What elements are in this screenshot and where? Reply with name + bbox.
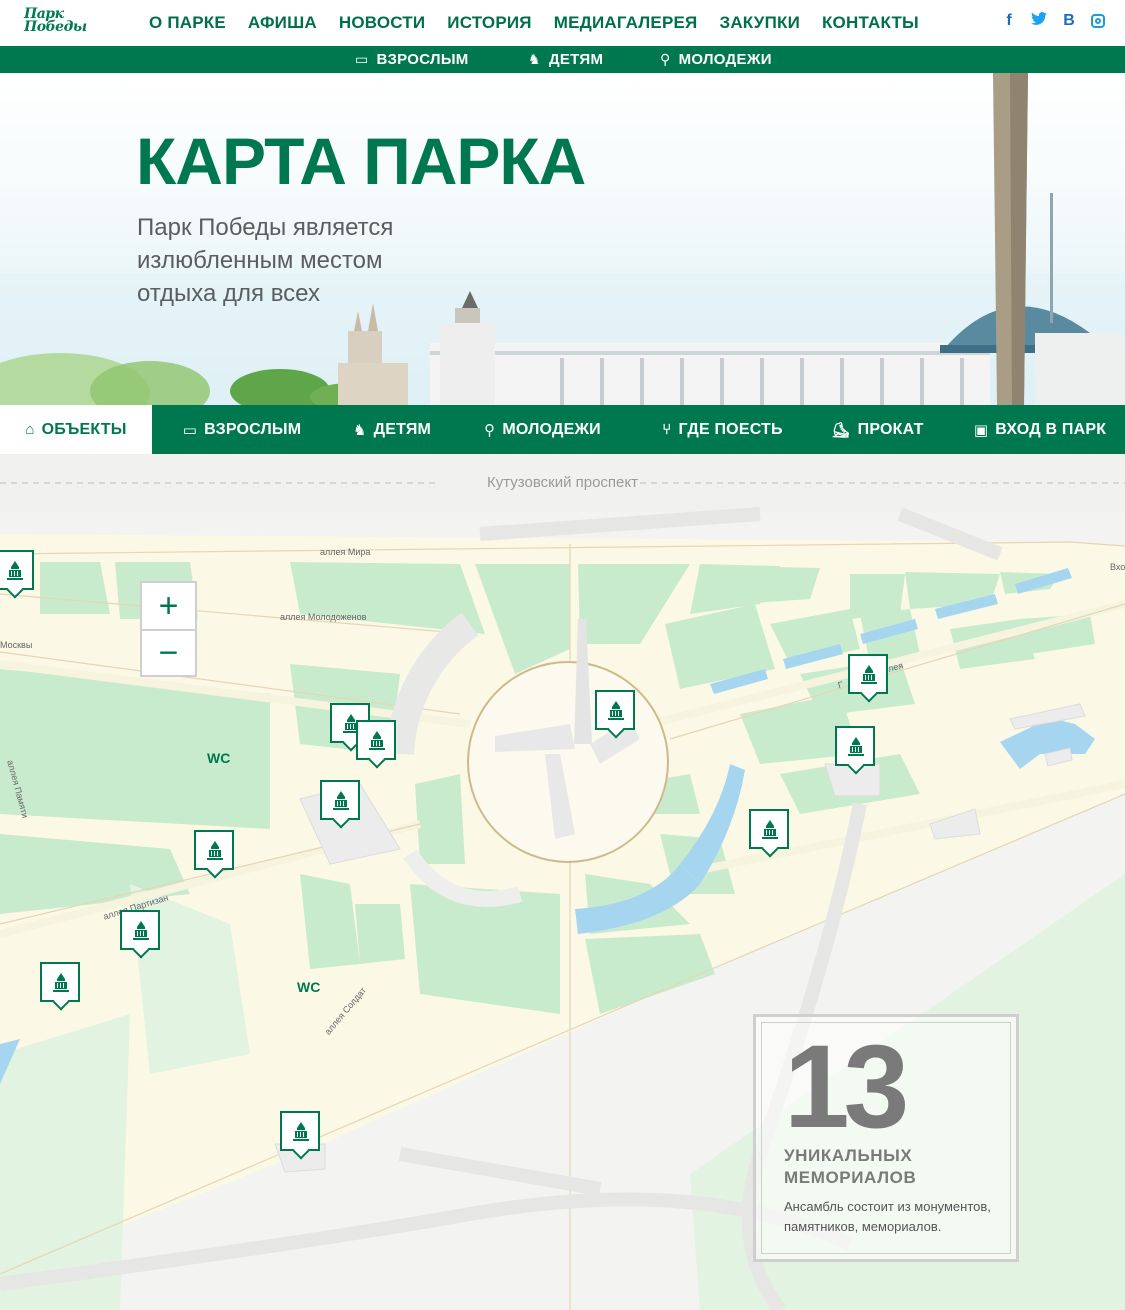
tab-entrance[interactable]: ▣ ВХОД В ПАРК <box>965 405 1115 454</box>
gate-icon: ▣ <box>973 421 989 439</box>
stat-number: 13 <box>784 1021 909 1153</box>
map-label-entrance: Вхо <box>1110 562 1125 572</box>
tab-entrance-label: ВХОД В ПАРК <box>995 420 1107 438</box>
monument-icon <box>53 973 69 992</box>
monument-icon: ⌂ <box>25 421 35 438</box>
site-logo[interactable]: Парк Победы <box>24 7 87 35</box>
subnav-kids[interactable]: ♞ ДЕТЯМ <box>528 46 603 73</box>
tab-objects-label: ОБЪЕКТЫ <box>41 420 127 438</box>
subnav-youth-label: МОЛОДЕЖИ <box>678 51 772 68</box>
tab-adults[interactable]: ▭ ВЗРОСЛЫМ <box>152 405 332 454</box>
monument-pin[interactable] <box>595 690 635 730</box>
map-label-alley-newlyweds: аллея Молодоженов <box>280 612 367 622</box>
zoom-in-button[interactable]: + <box>142 583 195 629</box>
monument-icon <box>293 1122 309 1141</box>
vk-icon[interactable]: В <box>1061 12 1077 30</box>
monument-pin[interactable] <box>749 809 789 849</box>
monument-pin[interactable] <box>848 654 888 694</box>
monument-icon <box>608 701 624 720</box>
map-label-moscow: Москвы <box>0 640 33 650</box>
tab-rental-label: ПРОКАТ <box>857 420 924 438</box>
twitter-icon[interactable] <box>1031 12 1047 30</box>
tab-kids[interactable]: ♞ ДЕТЯМ <box>332 405 452 454</box>
scooter-icon: ⛸ <box>831 421 851 439</box>
monument-icon <box>848 737 864 756</box>
nav-contacts[interactable]: КОНТАКТЫ <box>822 13 919 33</box>
monument-pin[interactable] <box>194 830 234 870</box>
tab-kids-label: ДЕТЯМ <box>373 420 432 438</box>
bicycle-icon: ⚲ <box>660 51 671 67</box>
tab-youth-label: МОЛОДЕЖИ <box>502 420 601 438</box>
nav-about[interactable]: О ПАРКЕ <box>149 13 226 33</box>
tab-adults-label: ВЗРОСЛЫМ <box>204 420 302 438</box>
monument-icon <box>207 841 223 860</box>
rocking-horse-icon: ♞ <box>352 421 367 439</box>
tab-food-label: ГДЕ ПОЕСТЬ <box>678 420 783 438</box>
bicycle-icon: ⚲ <box>484 421 496 439</box>
instagram-icon[interactable] <box>1091 14 1105 28</box>
tab-youth[interactable]: ⚲ МОЛОДЕЖИ <box>470 405 615 454</box>
monument-icon <box>333 791 349 810</box>
monument-pin[interactable] <box>120 910 160 950</box>
monument-icon <box>7 561 23 580</box>
page-title: КАРТА ПАРКА <box>136 124 586 198</box>
bench-icon: ▭ <box>182 421 198 439</box>
map-zoom-control: + − <box>140 581 197 677</box>
rocking-horse-icon: ♞ <box>528 51 541 67</box>
monument-pin[interactable] <box>356 720 396 760</box>
tab-objects[interactable]: ⌂ ОБЪЕКТЫ <box>0 405 152 454</box>
wc-label[interactable]: WC <box>297 979 320 995</box>
subnav-adults[interactable]: ▭ ВЗРОСЛЫМ <box>355 46 469 73</box>
monument-pin[interactable] <box>280 1111 320 1151</box>
wc-label[interactable]: WC <box>207 750 230 766</box>
monument-icon <box>861 665 877 684</box>
monument-icon <box>133 921 149 940</box>
monument-pin[interactable] <box>0 550 34 590</box>
park-map[interactable]: Кутузовский проспект аллея Мира аллея Мо… <box>0 454 1125 1310</box>
monument-icon <box>369 731 385 750</box>
logo-line-2: Победы <box>24 19 87 35</box>
nav-media[interactable]: МЕДИАГАЛЕРЕЯ <box>554 13 698 33</box>
tab-food[interactable]: ⑂ ГДЕ ПОЕСТЬ <box>655 405 790 454</box>
memorials-stat-card: 13 УНИКАЛЬНЫХ МЕМОРИАЛОВ Ансамбль состои… <box>753 1014 1019 1262</box>
top-header: Парк Победы О ПАРКЕ АФИША НОВОСТИ ИСТОРИ… <box>0 0 1125 46</box>
subnav-kids-label: ДЕТЯМ <box>548 51 604 68</box>
map-label-alley-mira: аллея Мира <box>320 547 371 557</box>
subnav-adults-label: ВЗРОСЛЫМ <box>376 51 469 68</box>
nav-news[interactable]: НОВОСТИ <box>339 13 425 33</box>
tab-rental[interactable]: ⛸ ПРОКАТ <box>820 405 935 454</box>
nav-history[interactable]: ИСТОРИЯ <box>447 13 531 33</box>
zoom-out-button[interactable]: − <box>142 629 195 675</box>
monument-pin[interactable] <box>835 726 875 766</box>
fork-knife-icon: ⑂ <box>662 421 672 438</box>
monument-pin[interactable] <box>320 780 360 820</box>
map-category-tabs: ⌂ ОБЪЕКТЫ ▭ ВЗРОСЛЫМ ♞ ДЕТЯМ ⚲ МОЛОДЕЖИ ⑂ ГДЕ… <box>0 405 1125 454</box>
subnav-youth[interactable]: ⚲ МОЛОДЕЖИ <box>660 46 772 73</box>
nav-procurement[interactable]: ЗАКУПКИ <box>719 13 800 33</box>
social-links: f В <box>1001 12 1105 30</box>
monument-pin[interactable] <box>40 962 80 1002</box>
hero-banner: КАРТА ПАРКА Парк Победы является излюбле… <box>0 73 1125 405</box>
street-label: Кутузовский проспект <box>487 474 638 491</box>
audience-subnav: ▭ ВЗРОСЛЫМ ♞ ДЕТЯМ ⚲ МОЛОДЕЖИ <box>0 46 1125 73</box>
facebook-icon[interactable]: f <box>1001 12 1017 30</box>
stat-description: Ансамбль состоит из монументов, памятник… <box>784 1199 991 1234</box>
bench-icon: ▭ <box>355 51 369 67</box>
stat-caption: УНИКАЛЬНЫХ МЕМОРИАЛОВ <box>784 1146 917 1187</box>
page-subtitle: Парк Победы является излюбленным местом … <box>137 214 394 307</box>
monument-icon <box>762 820 778 839</box>
nav-afisha[interactable]: АФИША <box>248 13 317 33</box>
main-nav: О ПАРКЕ АФИША НОВОСТИ ИСТОРИЯ МЕДИАГАЛЕР… <box>149 0 941 46</box>
